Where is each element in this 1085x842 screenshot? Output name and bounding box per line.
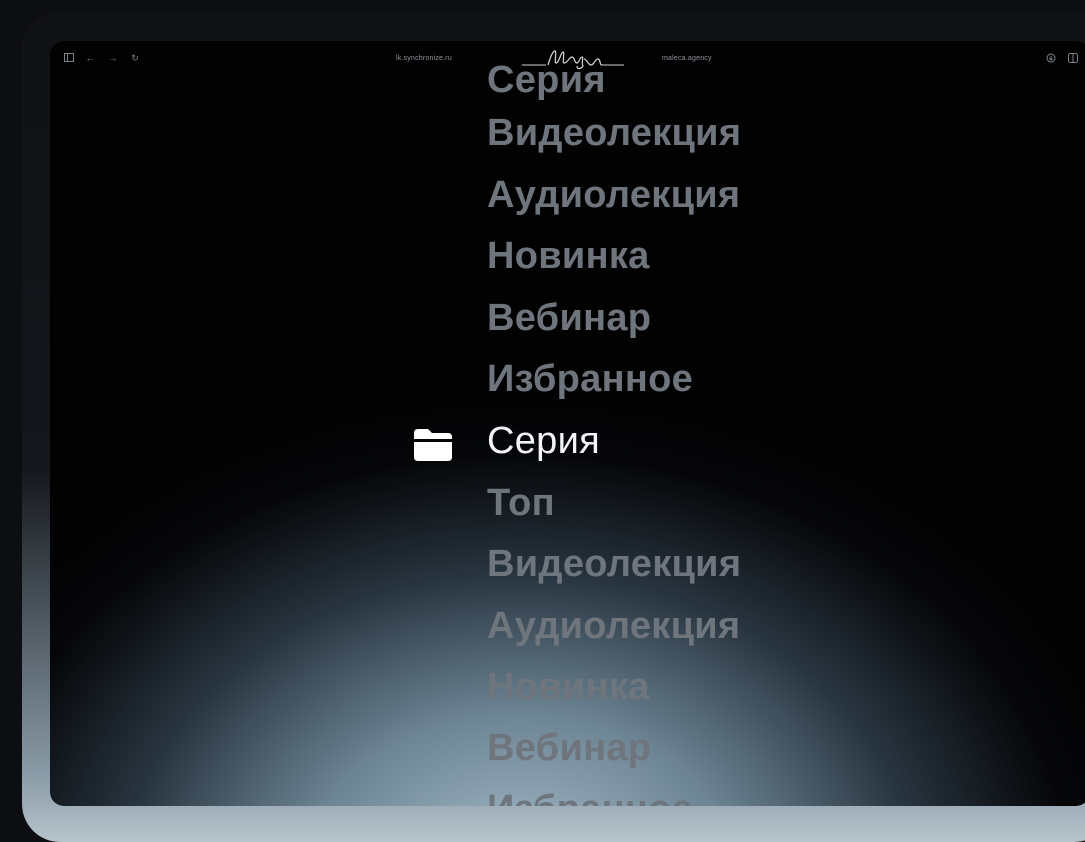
forward-arrow-icon[interactable]: → [108,53,118,63]
address-right[interactable]: maleca.agency [662,55,712,62]
picker-item-selected[interactable]: Серия [487,419,600,463]
picker-item[interactable]: Серия [487,58,606,102]
sidebar-toggle-icon[interactable] [64,53,74,63]
reload-icon[interactable]: ↻ [130,53,140,63]
picker-item[interactable]: Вебинар [487,296,651,340]
picker-item[interactable]: Видеолекция [487,542,741,586]
picker-item[interactable]: Аудиолекция [487,173,740,217]
tabs-icon[interactable] [1068,53,1078,63]
picker-item[interactable]: Избранное [487,357,693,401]
folder-icon [414,429,452,461]
picker-item[interactable]: Видеолекция [487,111,741,155]
picker-item[interactable]: Новинка [487,665,650,709]
address-left[interactable]: lk.synchronize.ru [396,55,452,62]
download-icon[interactable] [1046,53,1056,63]
picker-item[interactable]: Вебинар [487,726,651,770]
picker-item[interactable]: Новинка [487,234,650,278]
picker-item[interactable]: Избранное [487,787,693,806]
picker-item[interactable]: Топ [487,481,555,525]
browser-window: ← → ↻ lk.synchronize.ru maleca.agency Се… [50,41,1085,806]
picker-item[interactable]: Аудиолекция [487,604,740,648]
back-arrow-icon[interactable]: ← [85,53,95,63]
